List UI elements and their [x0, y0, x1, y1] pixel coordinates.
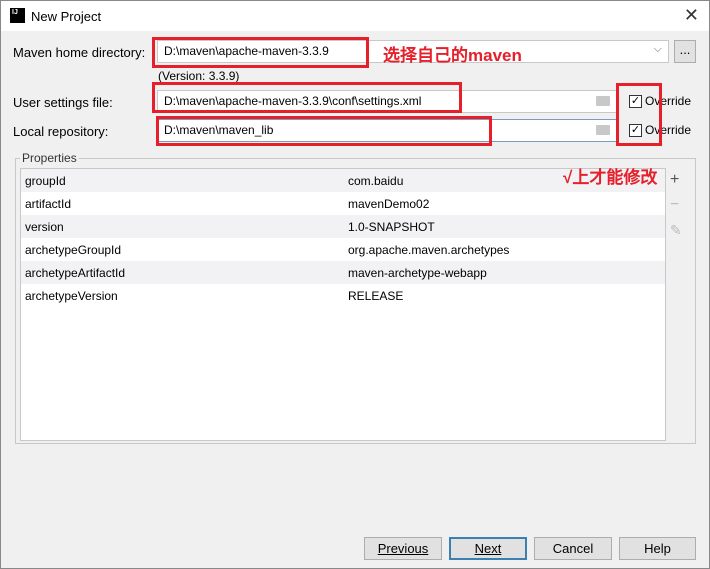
maven-version: (Version: 3.3.9) [158, 69, 240, 83]
property-value: mavenDemo02 [348, 196, 430, 211]
annotation-box [152, 82, 462, 113]
property-value: org.apache.maven.archetypes [348, 242, 510, 257]
table-row[interactable]: version 1.0-SNAPSHOT [21, 215, 665, 238]
property-value: maven-archetype-webapp [348, 265, 487, 280]
window-title: New Project [31, 9, 102, 24]
annotation-box [616, 83, 662, 146]
previous-label: Previous [377, 541, 429, 556]
next-button[interactable]: Next [449, 537, 527, 560]
property-value: 1.0-SNAPSHOT [348, 219, 435, 234]
annotation-maven-note: 选择自己的maven [383, 46, 522, 65]
browse-button[interactable]: ... [674, 40, 696, 63]
title-bar: IJ New Project ✕ [1, 1, 709, 31]
folder-icon[interactable] [596, 125, 610, 135]
property-value: com.baidu [348, 173, 404, 188]
help-button[interactable]: Help [619, 537, 696, 560]
table-row[interactable]: archetypeVersion RELEASE [21, 284, 665, 307]
intellij-logo-icon: IJ [10, 8, 25, 23]
add-icon[interactable]: + [670, 171, 679, 189]
maven-home-label: Maven home directory: [13, 45, 146, 60]
next-label: Next [474, 541, 502, 556]
close-icon[interactable]: ✕ [684, 5, 699, 26]
annotation-override-note: √上才能修改 [563, 168, 658, 187]
property-key: artifactId [25, 196, 72, 211]
table-row[interactable]: artifactId mavenDemo02 [21, 192, 665, 215]
cancel-button[interactable]: Cancel [534, 537, 612, 560]
property-key: archetypeArtifactId [25, 265, 126, 280]
user-settings-label: User settings file: [13, 95, 113, 110]
property-key: archetypeVersion [25, 288, 118, 303]
chevron-down-icon[interactable]: ⌵ [654, 43, 662, 56]
local-repo-label: Local repository: [13, 124, 109, 139]
properties-table: groupId com.baidu artifactId mavenDemo02 v… [20, 168, 666, 441]
remove-icon[interactable]: − [670, 196, 679, 214]
annotation-box [156, 116, 492, 146]
table-row[interactable]: archetypeArtifactId maven-archetype-webap… [21, 261, 665, 284]
table-row[interactable]: archetypeGroupId org.apache.maven.archety… [21, 238, 665, 261]
property-key: version [25, 219, 64, 234]
property-key: groupId [25, 173, 66, 188]
property-value: RELEASE [348, 288, 404, 303]
properties-legend: Properties [22, 151, 77, 165]
folder-icon[interactable] [596, 96, 610, 106]
annotation-box [152, 37, 369, 68]
edit-pencil-icon[interactable]: ✎ [670, 222, 682, 239]
previous-button[interactable]: Previous [364, 537, 442, 560]
property-key: archetypeGroupId [25, 242, 122, 257]
